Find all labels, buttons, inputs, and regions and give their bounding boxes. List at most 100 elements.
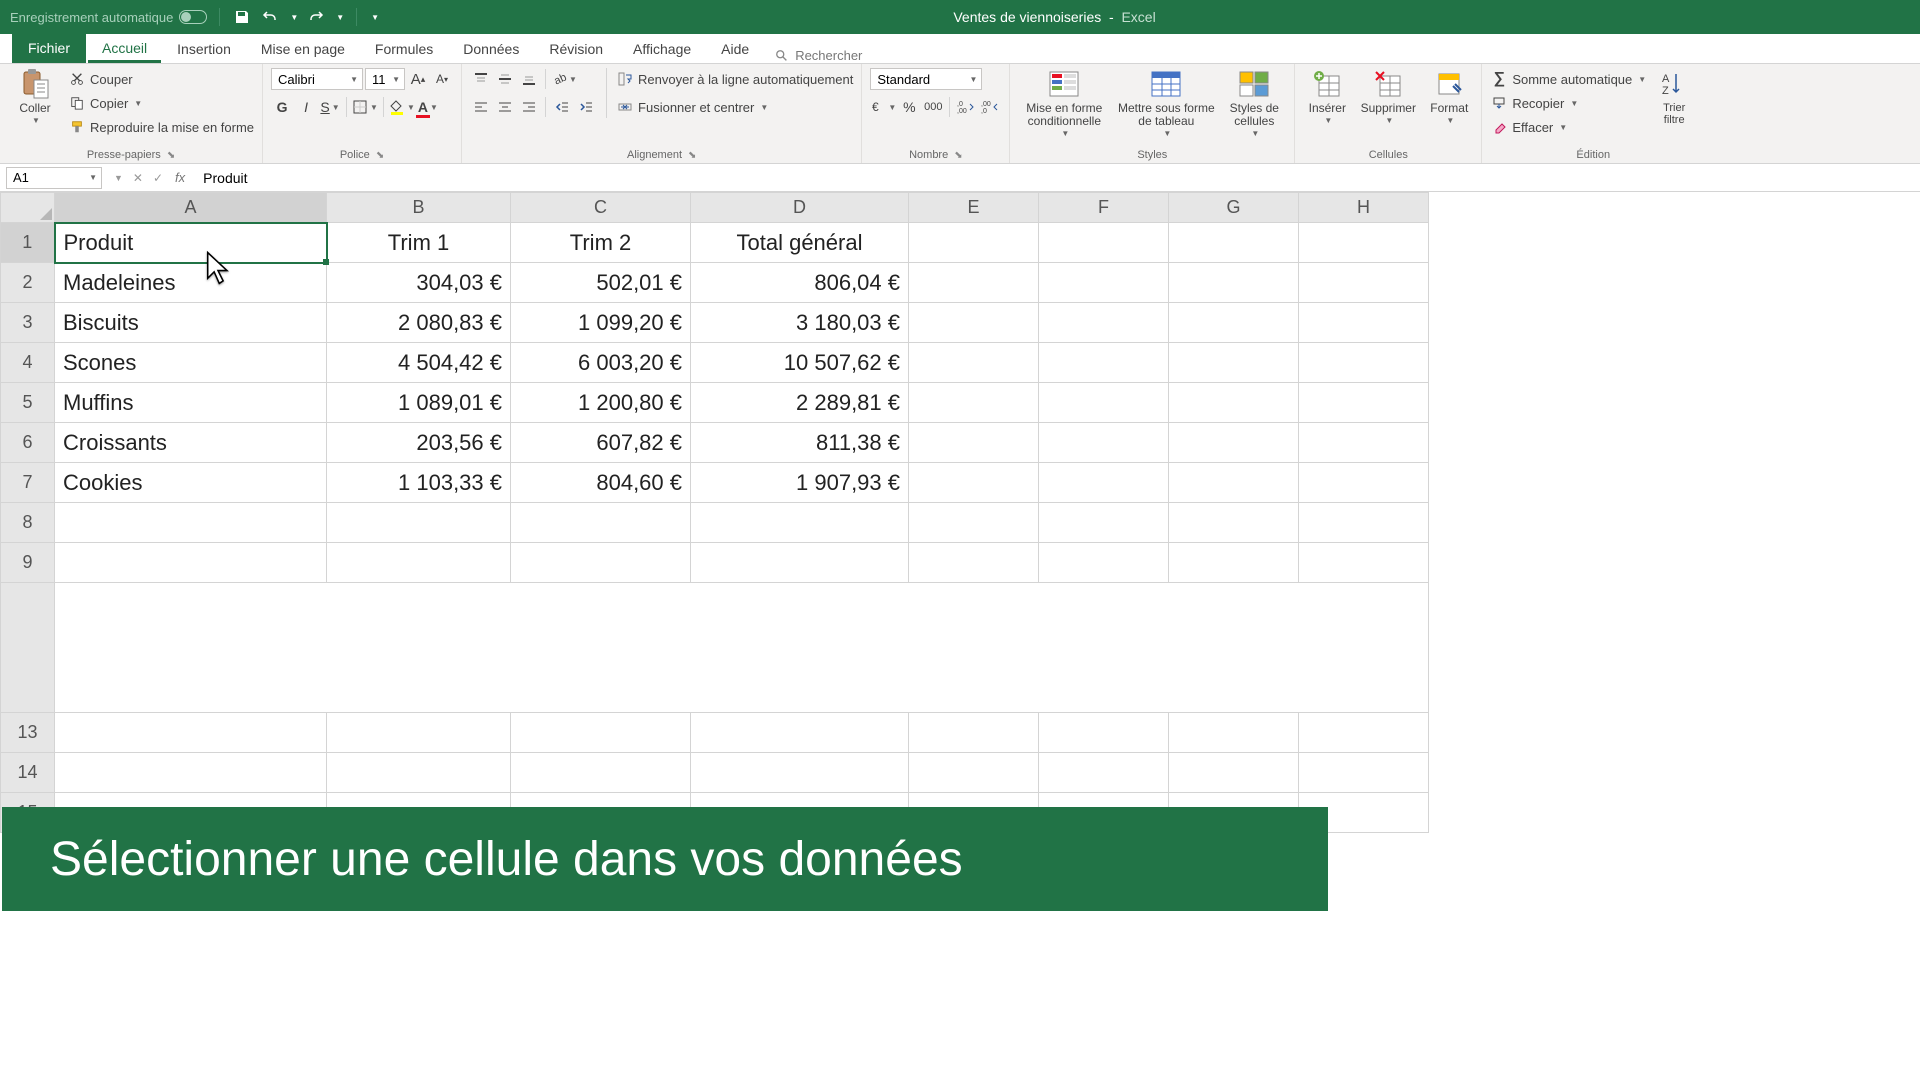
delete-cells-button[interactable]: Supprimer▼ [1357, 68, 1419, 126]
cell[interactable]: Scones [55, 343, 327, 383]
cell[interactable] [1039, 343, 1169, 383]
col-header-F[interactable]: F [1039, 193, 1169, 223]
cell[interactable] [909, 223, 1039, 263]
comma-format-button[interactable]: 000 [922, 96, 944, 118]
cell[interactable]: 304,03 € [327, 263, 511, 303]
bold-button[interactable]: G [271, 96, 293, 118]
cell[interactable]: 1 089,01 € [327, 383, 511, 423]
cell[interactable] [1169, 223, 1299, 263]
decrease-decimal-button[interactable]: ,00,0 [979, 96, 1001, 118]
launcher-icon[interactable]: ⬊ [688, 150, 696, 161]
cell-A1[interactable]: Produit [55, 223, 327, 263]
cell[interactable] [909, 543, 1039, 583]
launcher-icon[interactable]: ⬊ [167, 150, 175, 161]
cancel-formula-icon[interactable]: ✕ [133, 171, 143, 185]
cell[interactable]: 6 003,20 € [511, 343, 691, 383]
select-all-corner[interactable] [1, 193, 55, 223]
align-right-button[interactable] [518, 96, 540, 118]
cell[interactable] [327, 713, 511, 753]
align-center-button[interactable] [494, 96, 516, 118]
cell[interactable] [1039, 303, 1169, 343]
cell[interactable] [1169, 503, 1299, 543]
cell[interactable] [1169, 303, 1299, 343]
fx-icon[interactable]: fx [175, 170, 185, 185]
col-header-B[interactable]: B [327, 193, 511, 223]
insert-cells-button[interactable]: Insérer▼ [1303, 68, 1351, 126]
row-header-hidden[interactable] [1, 583, 55, 713]
cell[interactable]: 502,01 € [511, 263, 691, 303]
col-header-C[interactable]: C [511, 193, 691, 223]
autosum-button[interactable]: ∑ Somme automatique▼ [1490, 68, 1646, 90]
cell[interactable] [511, 503, 691, 543]
cell[interactable] [1169, 263, 1299, 303]
cell[interactable] [691, 753, 909, 793]
cell[interactable]: Croissants [55, 423, 327, 463]
sort-filter-button[interactable]: AZ Trier filtre [1652, 68, 1696, 126]
cell[interactable]: 607,82 € [511, 423, 691, 463]
font-name-combo[interactable]: Calibri▼ [271, 68, 363, 90]
cell[interactable]: 804,60 € [511, 463, 691, 503]
cell[interactable] [909, 383, 1039, 423]
cell[interactable] [55, 753, 327, 793]
align-bottom-button[interactable] [518, 68, 540, 90]
fill-color-button[interactable]: ▼ [389, 96, 415, 118]
tab-help[interactable]: Aide [707, 35, 763, 63]
cell[interactable] [909, 753, 1039, 793]
cell[interactable] [55, 503, 327, 543]
tab-insert[interactable]: Insertion [163, 35, 245, 63]
cell[interactable]: 3 180,03 € [691, 303, 909, 343]
cell[interactable] [1169, 753, 1299, 793]
cell[interactable]: 10 507,62 € [691, 343, 909, 383]
cell[interactable]: Muffins [55, 383, 327, 423]
col-header-A[interactable]: A [55, 193, 327, 223]
cell[interactable] [691, 713, 909, 753]
tab-view[interactable]: Affichage [619, 35, 705, 63]
percent-format-button[interactable]: % [898, 96, 920, 118]
redo-icon[interactable] [306, 7, 326, 27]
autosave-toggle[interactable]: Enregistrement automatique [10, 10, 207, 25]
tab-data[interactable]: Données [449, 35, 533, 63]
clear-button[interactable]: Effacer▼ [1490, 116, 1646, 138]
cell[interactable]: 1 907,93 € [691, 463, 909, 503]
undo-icon[interactable] [260, 7, 280, 27]
col-header-H[interactable]: H [1299, 193, 1429, 223]
format-painter-button[interactable]: Reproduire la mise en forme [68, 116, 254, 138]
tab-home[interactable]: Accueil [88, 34, 161, 63]
format-cells-button[interactable]: Format▼ [1425, 68, 1473, 126]
row-header-7[interactable]: 7 [1, 463, 55, 503]
cell[interactable] [1299, 753, 1429, 793]
cell[interactable] [1169, 543, 1299, 583]
cell[interactable] [1169, 343, 1299, 383]
indent-button[interactable] [575, 96, 597, 118]
row-header-1[interactable]: 1 [1, 223, 55, 263]
cell[interactable]: Madeleines [55, 263, 327, 303]
cell[interactable]: Cookies [55, 463, 327, 503]
tell-me-search[interactable]: Rechercher [775, 48, 862, 63]
shrink-font-button[interactable]: A▾ [431, 68, 453, 90]
cell[interactable] [55, 543, 327, 583]
italic-button[interactable]: I [295, 96, 317, 118]
font-color-button[interactable]: A▼ [417, 96, 439, 118]
cell[interactable] [511, 713, 691, 753]
align-middle-button[interactable] [494, 68, 516, 90]
save-icon[interactable] [232, 7, 252, 27]
cell[interactable] [1299, 223, 1429, 263]
align-top-button[interactable] [470, 68, 492, 90]
cut-button[interactable]: Couper [68, 68, 254, 90]
cell[interactable] [1039, 463, 1169, 503]
conditional-formatting-button[interactable]: Mise en forme conditionnelle▼ [1018, 68, 1110, 139]
copy-button[interactable]: Copier▼ [68, 92, 254, 114]
row-header-5[interactable]: 5 [1, 383, 55, 423]
cell[interactable] [1299, 263, 1429, 303]
number-format-combo[interactable]: Standard▼ [870, 68, 982, 90]
align-left-button[interactable] [470, 96, 492, 118]
row-header-13[interactable]: 13 [1, 713, 55, 753]
orientation-button[interactable]: ab▼ [551, 68, 577, 90]
cell[interactable] [1039, 223, 1169, 263]
cell[interactable] [909, 503, 1039, 543]
cell[interactable] [1299, 343, 1429, 383]
cell[interactable] [327, 503, 511, 543]
outdent-button[interactable] [551, 96, 573, 118]
increase-decimal-button[interactable]: ,0,00 [955, 96, 977, 118]
fill-button[interactable]: Recopier▼ [1490, 92, 1646, 114]
